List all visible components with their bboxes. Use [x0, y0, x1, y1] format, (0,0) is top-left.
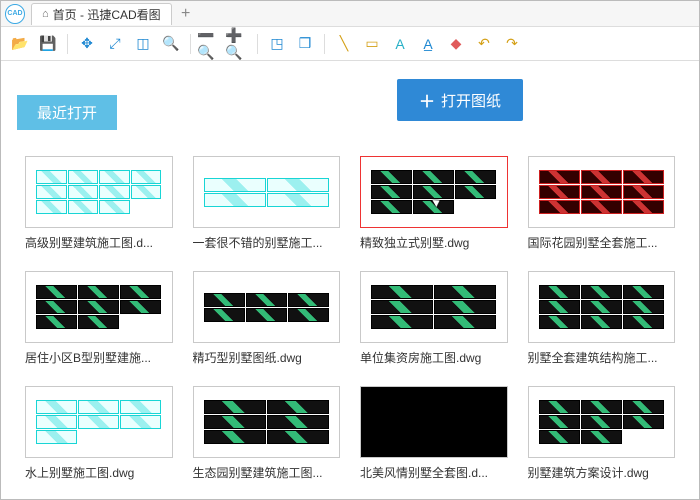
- cube-icon[interactable]: ❒: [292, 31, 318, 57]
- file-thumbnail: [25, 386, 173, 458]
- separator: [190, 34, 191, 54]
- open-folder-icon[interactable]: 📂: [7, 31, 33, 57]
- app-logo: CAD: [5, 4, 25, 24]
- open-drawing-button[interactable]: ＋ 打开图纸: [397, 79, 523, 121]
- separator: [67, 34, 68, 54]
- file-grid: 高级别墅建筑施工图.d... 一套很不错的别墅施工... 精致独立式别墅.dwg 国际…: [1, 136, 699, 499]
- file-name: 单位集资房施工图.dwg: [360, 349, 508, 366]
- eraser-icon[interactable]: ◆: [443, 31, 469, 57]
- text-icon[interactable]: A: [387, 31, 413, 57]
- file-card[interactable]: 别墅建筑方案设计.dwg: [528, 386, 676, 481]
- toolbar: 📂 💾 ✥ ⤢ ◫ 🔍 ➖🔍 ➕🔍 ◳ ❒ ╲ ▭ A A̲ ◆ ↶ ↷: [1, 27, 699, 61]
- open-button-label: 打开图纸: [441, 90, 501, 111]
- file-card[interactable]: 一套很不错的别墅施工...: [193, 156, 341, 251]
- file-thumbnail: [360, 271, 508, 343]
- file-name: 一套很不错的别墅施工...: [193, 234, 341, 251]
- file-name: 高级别墅建筑施工图.d...: [25, 234, 173, 251]
- home-icon: ⌂: [42, 8, 49, 20]
- file-thumbnail: [528, 271, 676, 343]
- file-name: 精致独立式别墅.dwg: [360, 234, 508, 251]
- file-card[interactable]: 别墅全套建筑结构施工...: [528, 271, 676, 366]
- file-name: 居住小区B型别墅建施...: [25, 349, 173, 366]
- recent-tab[interactable]: 最近打开: [17, 95, 117, 130]
- new-tab-button[interactable]: +: [176, 4, 196, 24]
- file-card[interactable]: 精巧型别墅图纸.dwg: [193, 271, 341, 366]
- undo-icon[interactable]: ↶: [471, 31, 497, 57]
- zoom-fit-icon[interactable]: ⤢: [102, 31, 128, 57]
- search-icon[interactable]: 🔍: [158, 31, 184, 57]
- active-tab[interactable]: ⌂ 首页 - 迅捷CAD看图: [31, 3, 172, 25]
- file-thumbnail: [528, 386, 676, 458]
- main-content: ＋ 打开图纸 最近打开 高级别墅建筑施工图.d... 一套很不错的别墅施工... 精…: [1, 61, 699, 499]
- file-card[interactable]: 高级别墅建筑施工图.d...: [25, 156, 173, 251]
- file-card[interactable]: 单位集资房施工图.dwg: [360, 271, 508, 366]
- titlebar: CAD ⌂ 首页 - 迅捷CAD看图 +: [1, 1, 699, 27]
- file-name: 精巧型别墅图纸.dwg: [193, 349, 341, 366]
- zoom-in-icon[interactable]: ➕🔍: [225, 31, 251, 57]
- tab-title: 首页 - 迅捷CAD看图: [53, 6, 161, 23]
- file-thumbnail: [193, 271, 341, 343]
- file-name: 国际花园别墅全套施工...: [528, 234, 676, 251]
- file-thumbnail: [193, 386, 341, 458]
- plus-icon: ＋: [419, 88, 435, 112]
- file-name: 水上别墅施工图.dwg: [25, 464, 173, 481]
- file-card[interactable]: 生态园别墅建筑施工图...: [193, 386, 341, 481]
- separator: [324, 34, 325, 54]
- file-thumbnail: [360, 386, 508, 458]
- box-3d-icon[interactable]: ◳: [264, 31, 290, 57]
- file-thumbnail: [528, 156, 676, 228]
- file-name: 别墅全套建筑结构施工...: [528, 349, 676, 366]
- rect-icon[interactable]: ▭: [359, 31, 385, 57]
- save-icon[interactable]: 💾: [35, 31, 61, 57]
- file-thumbnail: [25, 156, 173, 228]
- dimension-icon[interactable]: A̲: [415, 31, 441, 57]
- redo-icon[interactable]: ↷: [499, 31, 525, 57]
- zoom-out-icon[interactable]: ➖🔍: [197, 31, 223, 57]
- line-icon[interactable]: ╲: [331, 31, 357, 57]
- file-card[interactable]: 北美风情别墅全套图.d...: [360, 386, 508, 481]
- file-name: 别墅建筑方案设计.dwg: [528, 464, 676, 481]
- file-name: 北美风情别墅全套图.d...: [360, 464, 508, 481]
- file-thumbnail: [25, 271, 173, 343]
- file-name: 生态园别墅建筑施工图...: [193, 464, 341, 481]
- zoom-window-icon[interactable]: ◫: [130, 31, 156, 57]
- file-card[interactable]: 水上别墅施工图.dwg: [25, 386, 173, 481]
- separator: [257, 34, 258, 54]
- move-icon[interactable]: ✥: [74, 31, 100, 57]
- recent-label: 最近打开: [37, 105, 97, 122]
- file-card[interactable]: 国际花园别墅全套施工...: [528, 156, 676, 251]
- file-card[interactable]: 居住小区B型别墅建施...: [25, 271, 173, 366]
- file-thumbnail: [360, 156, 508, 228]
- file-card[interactable]: 精致独立式别墅.dwg: [360, 156, 508, 251]
- file-thumbnail: [193, 156, 341, 228]
